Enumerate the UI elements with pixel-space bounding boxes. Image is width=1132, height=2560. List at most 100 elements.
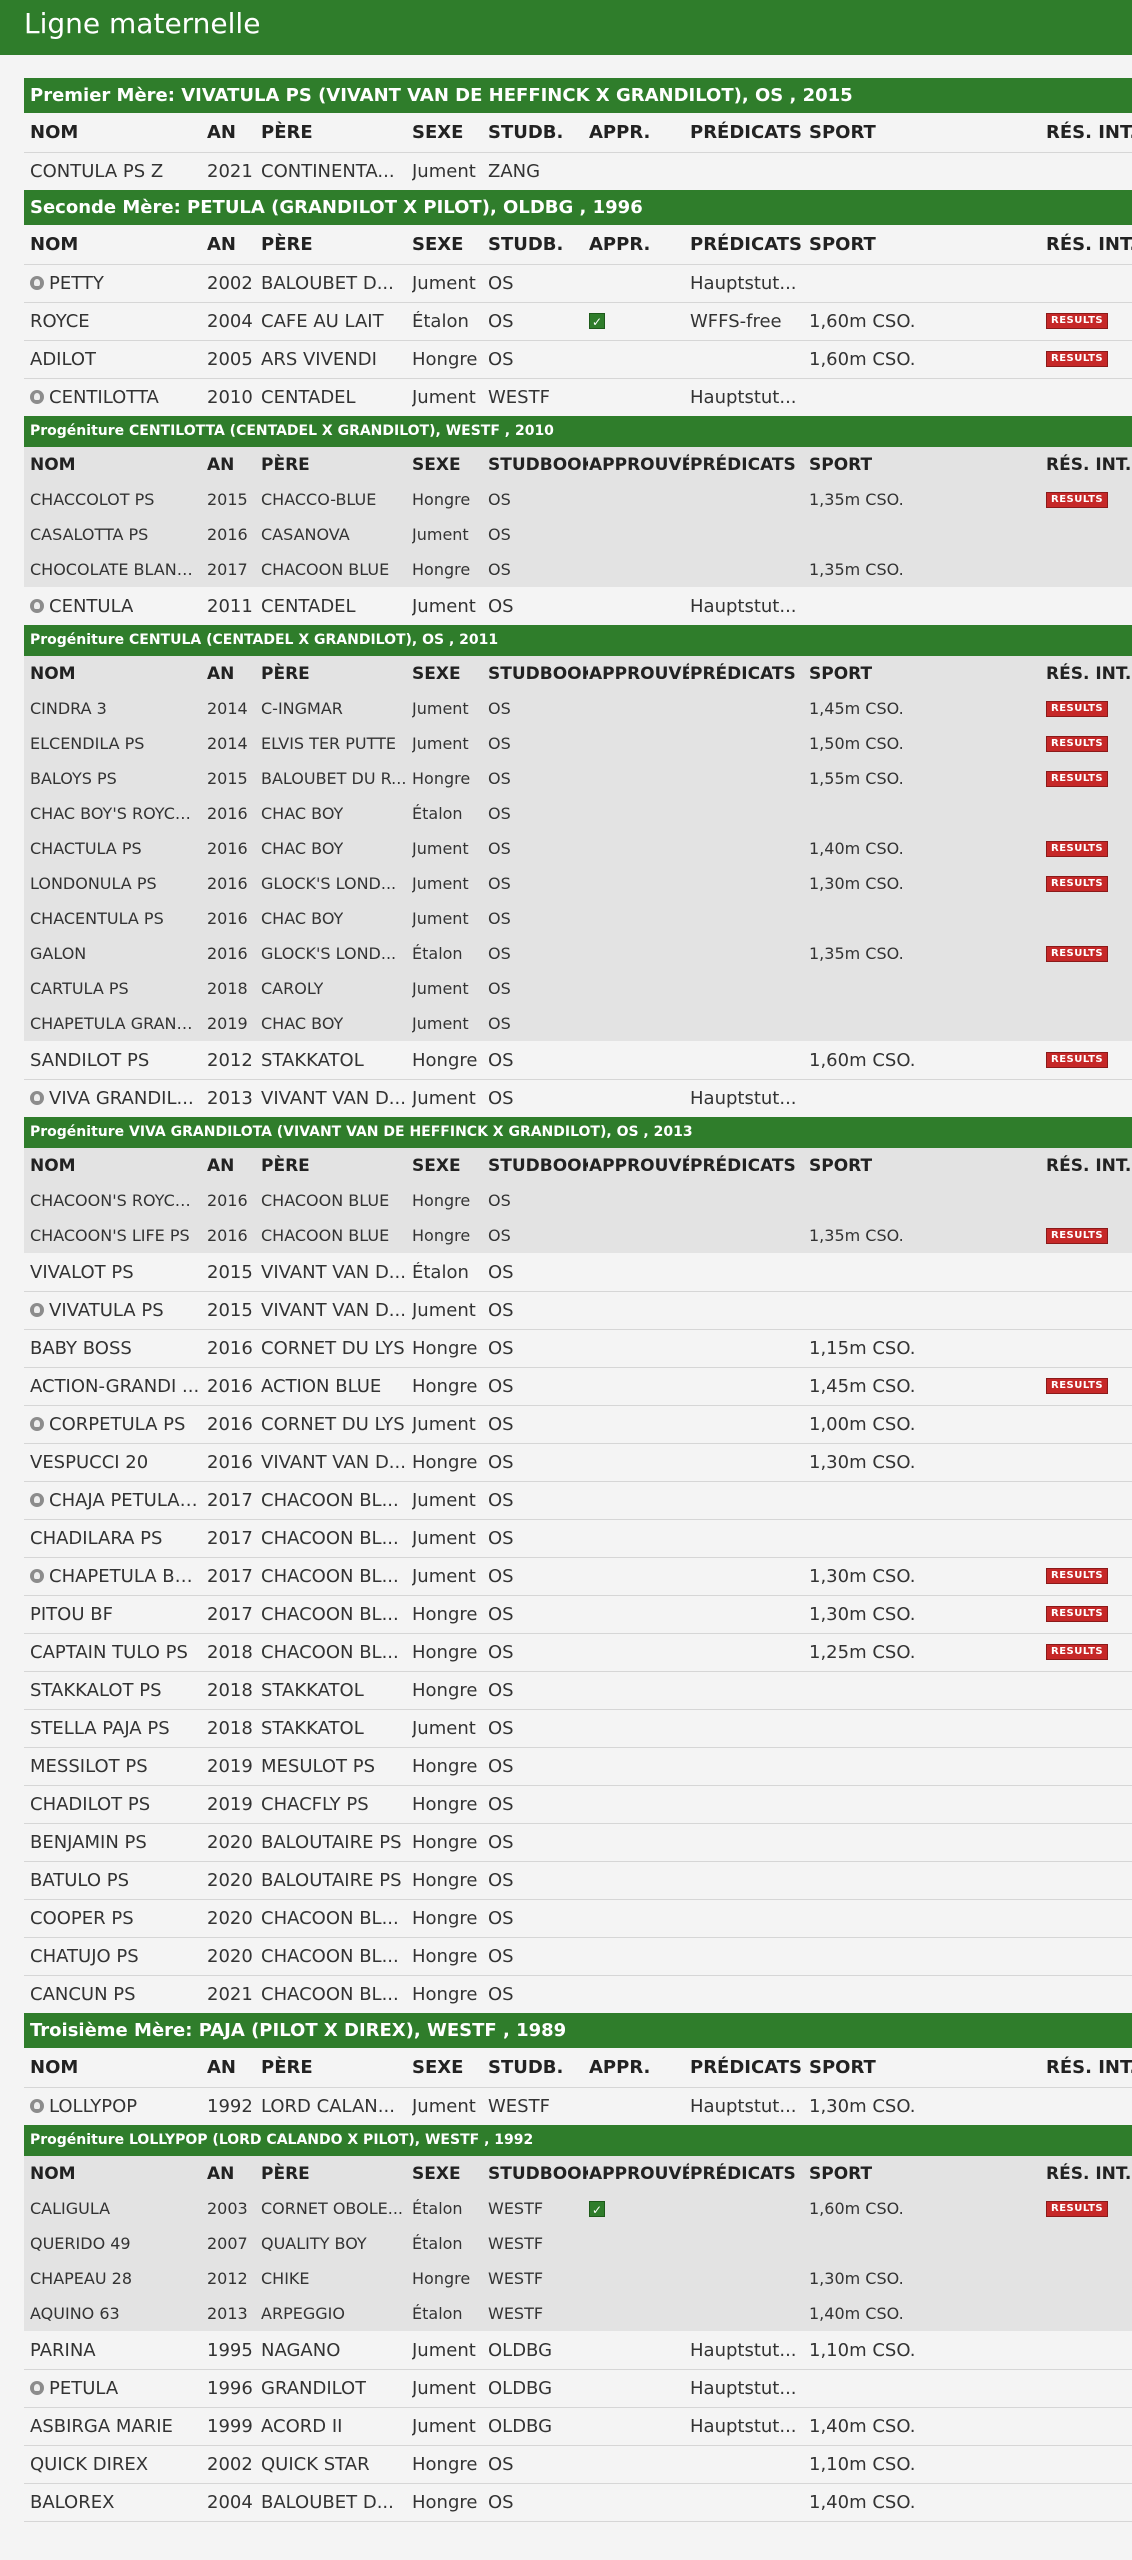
progeny-row[interactable]: CHACCOLOT PS 2015 CHACCO-BLUE Hongre OS 1,35m…	[24, 482, 1132, 517]
results-cell[interactable]: RESULTS	[1046, 1633, 1132, 1671]
sire-name-text[interactable]: CHACOON BL...	[261, 1984, 399, 2005]
sire-name-text[interactable]: CAROLY	[261, 979, 323, 998]
sire-name[interactable]: STAKKATOL	[261, 1041, 411, 1079]
progeny-row[interactable]: CHACTULA PS 2016 CHAC BOY Jument OS 1,40m CSO…	[24, 831, 1132, 866]
progeny-row[interactable]: CHACENTULA PS 2016 CHAC BOY Jument OS	[24, 901, 1132, 936]
horse-name-text[interactable]: CINDRA 3	[30, 699, 107, 718]
horse-name-text[interactable]: VESPUCCI 20	[30, 1452, 148, 1473]
horse-name-text[interactable]: CHAPETULA BL...	[49, 1566, 200, 1587]
sire-name-text[interactable]: ARPEGGIO	[261, 2304, 345, 2323]
col-year-header[interactable]: AN	[207, 225, 259, 264]
col-predicates-header[interactable]: PRÉDICATS	[690, 656, 808, 691]
sire-name[interactable]: CHACOON BL...	[261, 1899, 411, 1937]
sire-name[interactable]: CHACOON BL...	[261, 1519, 411, 1557]
col-studbook-header[interactable]: STUDBOOK	[488, 656, 588, 691]
horse-name[interactable]: PITOU BF	[30, 1595, 200, 1633]
col-sport-header[interactable]: SPORT	[809, 2156, 979, 2191]
horse-name[interactable]: VIVATULA PS	[30, 1291, 200, 1329]
horse-name[interactable]: ASBIRGA MARIE	[30, 2407, 200, 2445]
sire-name[interactable]: CHACOON BL...	[261, 1633, 411, 1671]
horse-row[interactable]: PARINA 1995 NAGANO Jument OLDBG Hauptstut... 1…	[24, 2331, 1132, 2370]
sire-name-text[interactable]: CHACOON BL...	[261, 1642, 399, 1663]
horse-row[interactable]: VIVATULA PS 2015 VIVANT VAN D... Jument OS	[24, 1291, 1132, 1330]
col-year-header[interactable]: AN	[207, 656, 259, 691]
col-results-header[interactable]: RÉS. INT.	[1046, 447, 1132, 482]
sire-name[interactable]: GLOCK'S LOND...	[261, 936, 411, 971]
horse-name-text[interactable]: SANDILOT PS	[30, 1050, 149, 1071]
sire-name-text[interactable]: CORNET DU LYS	[261, 1338, 405, 1359]
col-year-header[interactable]: AN	[207, 1148, 259, 1183]
horse-name[interactable]: CHADILARA PS	[30, 1519, 200, 1557]
horse-name-text[interactable]: CHADILOT PS	[30, 1794, 150, 1815]
col-sex-header[interactable]: SEXE	[412, 2156, 487, 2191]
col-predicates-header[interactable]: PRÉDICATS	[690, 225, 808, 264]
sire-name[interactable]: STAKKATOL	[261, 1671, 411, 1709]
sire-name-text[interactable]: VIVANT VAN D...	[261, 1262, 406, 1283]
results-badge[interactable]: RESULTS	[1046, 351, 1109, 367]
horse-name-text[interactable]: CHAPETULA GRAND...	[30, 1014, 200, 1033]
sire-name-text[interactable]: CHIKE	[261, 2269, 310, 2288]
sire-name[interactable]: BALOUBET D...	[261, 264, 411, 302]
results-cell[interactable]: RESULTS	[1046, 1218, 1132, 1253]
sire-name-text[interactable]: CHAC BOY	[261, 804, 343, 823]
sire-name[interactable]: CHIKE	[261, 2261, 411, 2296]
horse-name[interactable]: ELCENDILA PS	[30, 726, 200, 761]
col-results-header[interactable]: RÉS. INT.	[1046, 113, 1132, 152]
horse-name[interactable]: VESPUCCI 20	[30, 1443, 200, 1481]
horse-name[interactable]: CHACOON'S ROYCE ...	[30, 1183, 200, 1218]
horse-name-text[interactable]: CHACOON'S LIFE PS	[30, 1226, 190, 1245]
horse-name-text[interactable]: CHACCOLOT PS	[30, 490, 154, 509]
sire-name[interactable]: CHACOON BLUE	[261, 1183, 411, 1218]
horse-name[interactable]: PETULA	[30, 2369, 200, 2407]
horse-name[interactable]: CHAPEAU 28	[30, 2261, 200, 2296]
horse-name-text[interactable]: CHOCOLATE BLANC ...	[30, 560, 200, 579]
results-badge[interactable]: RESULTS	[1046, 2200, 1109, 2217]
sire-name[interactable]: CENTADEL	[261, 378, 411, 416]
progeny-row[interactable]: AQUINO 63 2013 ARPEGGIO Étalon WESTF 1,40m CS…	[24, 2296, 1132, 2331]
horse-name-text[interactable]: CHACTULA PS	[30, 839, 142, 858]
col-approved-header[interactable]: APPROUVÉ	[589, 656, 689, 691]
col-sex-header[interactable]: SEXE	[412, 656, 487, 691]
col-sport-header[interactable]: SPORT	[809, 113, 979, 152]
col-name-header[interactable]: NOM	[30, 1148, 200, 1183]
horse-row[interactable]: QUICK DIREX 2002 QUICK STAR Hongre OS 1,10m C…	[24, 2445, 1132, 2484]
horse-row[interactable]: BALOREX 2004 BALOUBET D... Hongre OS 1,40m CS…	[24, 2483, 1132, 2522]
horse-name[interactable]: QUERIDO 49	[30, 2226, 200, 2261]
col-studbook-header[interactable]: STUDBOOK	[488, 2156, 588, 2191]
sire-name-text[interactable]: BALOUBET D...	[261, 2492, 394, 2513]
horse-name-text[interactable]: LOLLYPOP	[49, 2096, 137, 2117]
sire-name[interactable]: VIVANT VAN D...	[261, 1291, 411, 1329]
sire-name[interactable]: NAGANO	[261, 2331, 411, 2369]
sire-name-text[interactable]: QUICK STAR	[261, 2454, 370, 2475]
results-cell[interactable]: RESULTS	[1046, 691, 1132, 726]
col-sex-header[interactable]: SEXE	[412, 447, 487, 482]
horse-row[interactable]: CHADILOT PS 2019 CHACFLY PS Hongre OS	[24, 1785, 1132, 1824]
horse-name[interactable]: CINDRA 3	[30, 691, 200, 726]
progeny-row[interactable]: CHAPEAU 28 2012 CHIKE Hongre WESTF 1,30m CSO.	[24, 2261, 1132, 2296]
sire-name[interactable]: QUALITY BOY	[261, 2226, 411, 2261]
results-cell[interactable]: RESULTS	[1046, 936, 1132, 971]
results-cell[interactable]: RESULTS	[1046, 1041, 1132, 1079]
sire-name-text[interactable]: CHACOON BL...	[261, 1946, 399, 1967]
horse-name-text[interactable]: CANCUN PS	[30, 1984, 136, 2005]
sire-name[interactable]: CHACOON BL...	[261, 1937, 411, 1975]
horse-row[interactable]: CANCUN PS 2021 CHACOON BL... Hongre OS	[24, 1975, 1132, 2014]
horse-name-text[interactable]: CASALOTTA PS	[30, 525, 148, 544]
sire-name[interactable]: CHACFLY PS	[261, 1785, 411, 1823]
sire-name[interactable]: CAROLY	[261, 971, 411, 1006]
results-badge[interactable]: RESULTS	[1046, 700, 1109, 717]
progeny-row[interactable]: BALOYS PS 2015 BALOUBET DU R... Hongre OS 1,5…	[24, 761, 1132, 796]
horse-name-text[interactable]: CARTULA PS	[30, 979, 129, 998]
col-results-header[interactable]: RÉS. INT.	[1046, 2048, 1132, 2087]
results-badge[interactable]: RESULTS	[1046, 945, 1109, 962]
col-predicates-header[interactable]: PRÉDICATS	[690, 2156, 808, 2191]
results-badge[interactable]: RESULTS	[1046, 313, 1109, 329]
horse-name[interactable]: BABY BOSS	[30, 1329, 200, 1367]
col-sport-header[interactable]: SPORT	[809, 1148, 979, 1183]
results-badge[interactable]: RESULTS	[1046, 1227, 1109, 1244]
horse-name[interactable]: PARINA	[30, 2331, 200, 2369]
sire-name[interactable]: CHACOON BL...	[261, 1975, 411, 2013]
horse-name-text[interactable]: BABY BOSS	[30, 1338, 132, 1359]
horse-name-text[interactable]: CHAJA PETULA ...	[49, 1490, 200, 1511]
col-sport-header[interactable]: SPORT	[809, 447, 979, 482]
